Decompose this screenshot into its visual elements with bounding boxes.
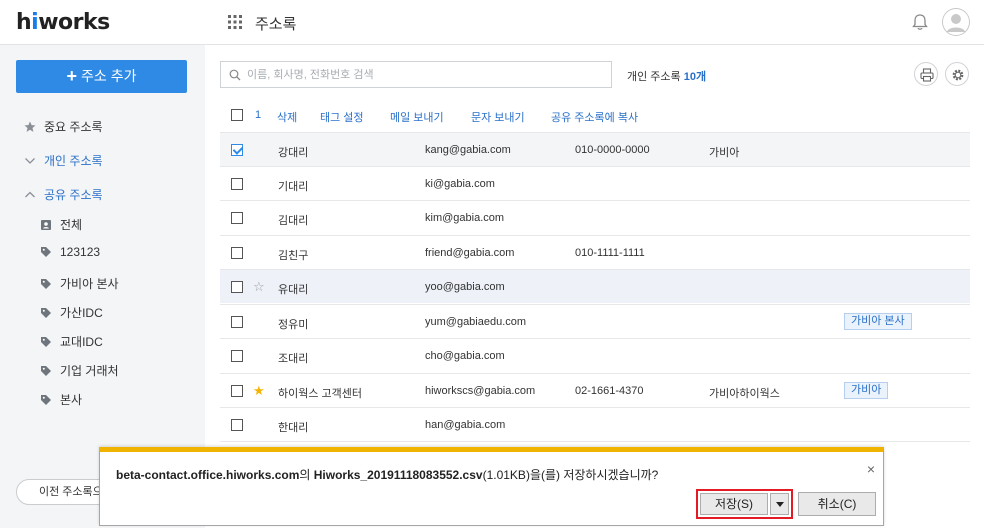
top-bar: hiworks 주소록 — [0, 0, 984, 45]
contact-phone: 02-1661-4370 — [575, 385, 644, 397]
save-options-dropdown[interactable] — [770, 493, 789, 515]
contact-company: 가비아 — [709, 147, 740, 159]
contact-name[interactable]: 유대리 — [278, 281, 308, 297]
table-row[interactable]: 정유미 yum@gabiaedu.com 가비아 본사 — [220, 304, 970, 338]
row-checkbox[interactable] — [231, 212, 243, 224]
app-title: 주소록 — [255, 16, 297, 33]
save-button-group: 저장(S) — [696, 489, 793, 519]
contact-count: 개인 주소록 10개 — [627, 71, 707, 83]
bell-icon[interactable] — [910, 12, 930, 32]
contact-name[interactable]: 강대리 — [278, 144, 308, 160]
contact-name[interactable]: 조대리 — [278, 350, 308, 366]
sidebar-item-personal[interactable]: 개인 주소록 — [24, 152, 103, 169]
table-row[interactable]: 김대리 kim@gabia.com — [220, 200, 970, 234]
chevron-up-icon — [25, 191, 35, 197]
contact-phone: 010-0000-0000 — [575, 144, 650, 156]
table-row[interactable]: 조대리 cho@gabia.com — [220, 338, 970, 372]
sidebar-item-tag[interactable]: 교대IDC — [40, 333, 103, 350]
contact-name[interactable]: 정유미 — [278, 316, 308, 332]
print-button[interactable] — [914, 62, 938, 86]
select-all-checkbox[interactable] — [231, 109, 243, 121]
contact-email[interactable]: friend@gabia.com — [425, 247, 514, 259]
star-icon — [24, 121, 36, 132]
contact-email[interactable]: kang@gabia.com — [425, 144, 511, 156]
search-icon — [229, 69, 241, 81]
contact-card-icon — [41, 219, 51, 230]
cancel-button[interactable]: 취소(C) — [798, 492, 876, 516]
avatar[interactable] — [942, 8, 970, 36]
table-row[interactable]: ☆ 유대리 yoo@gabia.com — [220, 269, 970, 303]
sidebar-item-shared[interactable]: 공유 주소록 — [24, 186, 103, 203]
star-icon[interactable]: ☆ — [253, 279, 265, 295]
tag-icon — [41, 394, 51, 405]
table-row[interactable]: 기대리 ki@gabia.com — [220, 166, 970, 200]
table-row[interactable]: 한대리 han@gabia.com — [220, 407, 970, 441]
contact-name[interactable]: 하이웍스 고객센터 — [278, 385, 362, 401]
contact-name[interactable]: 김대리 — [278, 212, 308, 228]
plus-icon: + — [66, 66, 78, 86]
list-toolbar: 1 삭제 태그 설정 메일 보내기 문자 보내기 공유 주소록에 복사 — [220, 105, 970, 125]
sidebar-item-important[interactable]: 중요 주소록 — [24, 118, 103, 135]
contact-email[interactable]: cho@gabia.com — [425, 350, 505, 362]
hiworks-logo[interactable]: hiworks — [16, 10, 110, 35]
row-checkbox[interactable] — [231, 178, 243, 190]
contact-email[interactable]: han@gabia.com — [425, 419, 505, 431]
contact-name[interactable]: 기대리 — [278, 178, 308, 194]
sidebar-item-tag[interactable]: 123123 — [40, 245, 100, 259]
star-icon[interactable]: ★ — [253, 383, 265, 399]
table-row[interactable]: ★ 하이웍스 고객센터 hiworkscs@gabia.com 02-1661-… — [220, 373, 970, 407]
search-box — [220, 61, 612, 88]
contact-email[interactable]: hiworkscs@gabia.com — [425, 385, 535, 397]
download-message: beta-contact.office.hiworks.com의 Hiworks… — [116, 468, 659, 482]
delete-button[interactable]: 삭제 — [277, 109, 297, 125]
row-checkbox[interactable] — [231, 385, 243, 397]
settings-button[interactable] — [945, 62, 969, 86]
row-checkbox[interactable] — [231, 281, 243, 293]
contact-name[interactable]: 한대리 — [278, 419, 308, 435]
sidebar-item-tag[interactable]: 가비아 본사 — [40, 275, 119, 292]
row-checkbox[interactable] — [231, 419, 243, 431]
contact-name[interactable]: 김친구 — [278, 247, 308, 263]
contact-email[interactable]: kim@gabia.com — [425, 212, 504, 224]
download-dialog: beta-contact.office.hiworks.com의 Hiworks… — [99, 447, 884, 526]
contact-company: 가비아하이웍스 — [709, 388, 780, 400]
tag-setting-button[interactable]: 태그 설정 — [320, 109, 364, 125]
close-icon[interactable]: × — [867, 461, 875, 477]
contact-phone: 010-1111-1111 — [575, 247, 645, 259]
gear-icon — [952, 69, 964, 81]
sidebar-item-all[interactable]: 전체 — [40, 216, 82, 233]
send-mail-button[interactable]: 메일 보내기 — [390, 109, 444, 125]
tag-badge[interactable]: 가비아 본사 — [844, 313, 912, 330]
tag-icon — [41, 365, 51, 376]
print-icon — [920, 68, 934, 82]
chevron-down-icon — [25, 157, 35, 164]
add-contact-button[interactable]: + 주소 추가 — [16, 60, 187, 93]
send-sms-button[interactable]: 문자 보내기 — [471, 109, 525, 125]
contact-email[interactable]: ki@gabia.com — [425, 178, 495, 190]
row-checkbox[interactable] — [231, 350, 243, 362]
sidebar-item-tag[interactable]: 본사 — [40, 391, 82, 408]
apps-grid-icon[interactable] — [228, 15, 242, 29]
tag-icon — [41, 278, 51, 289]
sidebar-item-tag[interactable]: 가산IDC — [40, 304, 103, 321]
tag-icon — [41, 247, 51, 257]
tag-badge[interactable]: 가비아 — [844, 382, 889, 399]
search-input[interactable] — [247, 66, 597, 84]
copy-to-shared-button[interactable]: 공유 주소록에 복사 — [551, 109, 638, 125]
row-checkbox[interactable] — [231, 316, 243, 328]
row-checkbox[interactable] — [231, 247, 243, 259]
row-checkbox[interactable] — [231, 144, 243, 156]
table-row[interactable]: 김친구 friend@gabia.com 010-1111-1111 — [220, 235, 970, 269]
sidebar-item-tag[interactable]: 기업 거래처 — [40, 362, 119, 379]
tag-icon — [41, 307, 51, 318]
tag-icon — [41, 336, 51, 347]
table-row[interactable]: 강대리 kang@gabia.com 010-0000-0000 가비아 — [220, 132, 970, 166]
contact-email[interactable]: yum@gabiaedu.com — [425, 316, 526, 328]
save-button[interactable]: 저장(S) — [700, 493, 768, 515]
selected-count: 1 — [255, 109, 262, 121]
contact-email[interactable]: yoo@gabia.com — [425, 281, 505, 293]
